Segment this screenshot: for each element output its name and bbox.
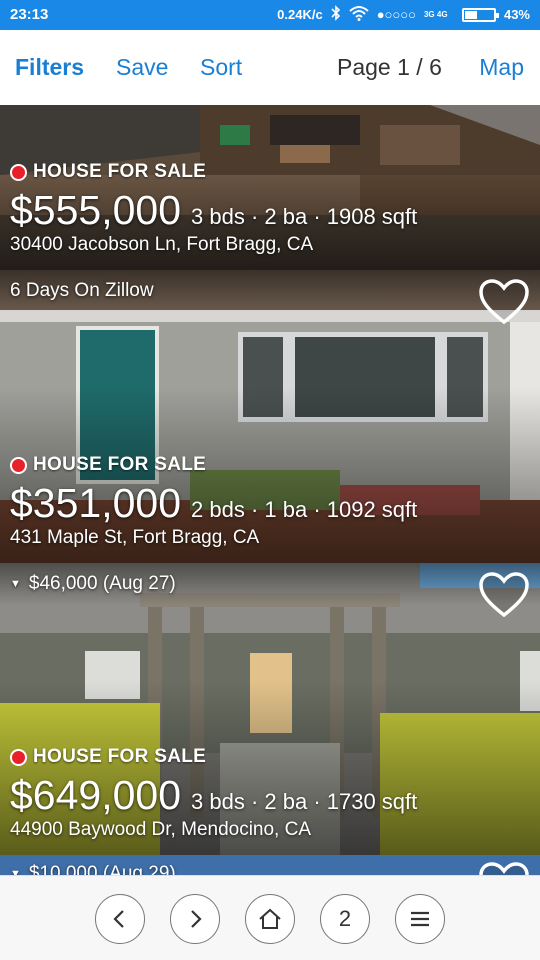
home-button[interactable] xyxy=(245,894,295,944)
listing-address: 30400 Jacobson Ln, Fort Bragg, CA xyxy=(10,234,314,255)
price-drop-caret-icon: ▼ xyxy=(10,868,21,875)
listing-status: HOUSE FOR SALE xyxy=(10,454,206,476)
bluetooth-icon xyxy=(331,5,341,25)
price-change-text: $10,000 (Aug 29) xyxy=(28,863,176,875)
listing-status-label: HOUSE FOR SALE xyxy=(33,454,207,475)
listing-card[interactable]: HOUSE FOR SALE $555,000 3 bds · 2 ba · 1… xyxy=(0,105,540,270)
price-change-text: $46,000 (Aug 27) xyxy=(28,573,176,594)
listing-price: $555,000 xyxy=(10,187,182,233)
cellular-signal-icon: 3G 4G xyxy=(423,10,448,19)
network-speed: 0.24K/c xyxy=(277,7,323,22)
listing-price-row: $351,000 2 bds · 1 ba · 1092 sqft xyxy=(10,480,417,527)
price-drop-caret-icon: ▼ xyxy=(10,578,21,590)
home-icon xyxy=(259,908,281,929)
for-sale-dot-icon xyxy=(10,163,27,181)
listing-status: HOUSE FOR SALE xyxy=(10,746,206,768)
favorite-heart-icon[interactable] xyxy=(478,861,530,875)
signal-dots: ●○○○○ xyxy=(376,7,416,22)
listing-price-row: $649,000 3 bds · 2 ba · 1730 sqft xyxy=(10,772,417,819)
tabs-button[interactable]: 2 xyxy=(320,894,370,944)
status-time: 23:13 xyxy=(10,6,49,23)
status-bar: 23:13 0.24K/c ●○○○○ 3G 4G 43% xyxy=(0,0,540,30)
favorite-heart-icon[interactable] xyxy=(478,278,530,326)
listing-price-row: $555,000 3 bds · 2 ba · 1908 sqft xyxy=(10,187,417,234)
listing-address: 44900 Baywood Dr, Mendocino, CA xyxy=(10,819,312,840)
listing-price: $351,000 xyxy=(10,480,182,526)
listing-price: $649,000 xyxy=(10,772,182,818)
battery-fill xyxy=(464,11,477,19)
listing-card[interactable]: 6 Days On Zillow HOUSE FOR SALE $351,000… xyxy=(0,270,540,563)
battery-percent: 43% xyxy=(503,7,530,22)
save-button[interactable]: Save xyxy=(116,54,168,81)
listing-facts: 3 bds · 2 ba · 1730 sqft xyxy=(191,789,418,814)
listing-card[interactable]: ▼ $46,000 (Aug 27) HOUSE FOR SALE $649,0… xyxy=(0,563,540,855)
sort-button[interactable]: Sort xyxy=(200,54,242,81)
for-sale-dot-icon xyxy=(10,748,27,766)
battery-icon xyxy=(461,8,499,22)
page-indicator: Page 1 / 6 xyxy=(337,54,442,80)
toolbar: Filters Save Sort Page 1 / 6 Map xyxy=(0,30,540,105)
menu-button[interactable] xyxy=(395,894,445,944)
price-change-note: ▼ $10,000 (Aug 29) xyxy=(10,863,176,875)
menu-icon xyxy=(411,911,429,927)
listing-facts: 3 bds · 2 ba · 1908 sqft xyxy=(191,204,418,229)
listing-status-label: HOUSE FOR SALE xyxy=(33,746,207,767)
map-button[interactable]: Map xyxy=(479,54,524,81)
listing-status: HOUSE FOR SALE xyxy=(10,161,206,183)
back-button[interactable] xyxy=(95,894,145,944)
chevron-right-icon xyxy=(191,910,202,928)
listing-facts: 2 bds · 1 ba · 1092 sqft xyxy=(191,497,418,522)
days-on-zillow: 6 Days On Zillow xyxy=(10,280,154,301)
browser-bottom-bar: 2 xyxy=(0,875,540,960)
chevron-left-icon xyxy=(113,910,124,928)
listing-status-label: HOUSE FOR SALE xyxy=(33,161,207,182)
status-indicators: 0.24K/c ●○○○○ 3G 4G 43% xyxy=(277,5,530,25)
price-change-note: ▼ $46,000 (Aug 27) xyxy=(10,573,176,595)
listing-address: 431 Maple St, Fort Bragg, CA xyxy=(10,527,260,548)
forward-button[interactable] xyxy=(170,894,220,944)
for-sale-dot-icon xyxy=(10,456,27,474)
listing-card[interactable]: ▼ $10,000 (Aug 29) xyxy=(0,855,540,875)
favorite-heart-icon[interactable] xyxy=(478,571,530,619)
filters-button[interactable]: Filters xyxy=(15,54,84,81)
wifi-icon xyxy=(349,5,369,25)
